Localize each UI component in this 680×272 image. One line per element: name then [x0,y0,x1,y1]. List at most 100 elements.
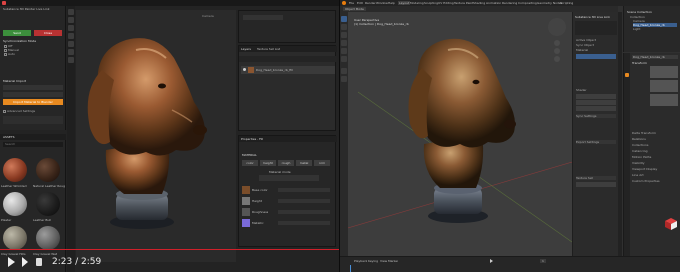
current-frame[interactable]: 1 [540,259,546,263]
channel-item-height[interactable]: Height [242,197,332,205]
props-section-transform[interactable]: Transform [632,61,678,65]
workspace-layout[interactable]: Layout [398,1,411,5]
location-z-field[interactable] [650,74,678,78]
props-section-instancing[interactable]: Instancing [632,149,678,153]
object-props-tab-icon[interactable] [625,73,629,77]
send-button[interactable]: Send [3,30,31,36]
scale-icon[interactable] [341,48,347,54]
timeline-playback[interactable]: Playback [354,259,367,263]
npanel-field-3[interactable] [576,106,616,111]
layer-visibility-icon[interactable] [243,68,246,71]
workspace-modeling[interactable]: Modeling [410,1,424,5]
projection-icon[interactable] [68,25,74,31]
basecolor-field[interactable] [278,188,330,192]
close-button[interactable]: Close [34,30,62,36]
material-mode-field[interactable] [259,175,319,181]
npanel-row-sync-object[interactable]: Sync Object [576,43,616,47]
workspace-animation[interactable]: Animation [486,1,501,5]
material-thumb-leather-wrinkled[interactable] [3,158,27,182]
npanel-field-2[interactable] [576,100,616,105]
timeline-playhead[interactable] [350,265,351,272]
polygon-fill-icon[interactable] [68,33,74,39]
assets-tab[interactable]: ASSETS [3,135,23,139]
outliner-item-light[interactable]: Light [633,27,677,31]
color-picker-icon[interactable] [68,57,74,63]
npanel-row-texture-set[interactable]: Texture Set [576,176,616,180]
npanel-row-shader[interactable]: Shader [576,88,616,92]
props-section-motion-paths[interactable]: Motion Paths [632,155,678,159]
painter-viewport[interactable]: Camera [76,10,236,262]
material-thumb-plaster[interactable] [3,192,27,216]
props-section-viewport-display[interactable]: Viewport Display [632,167,678,171]
npanel-dropdown[interactable] [576,54,616,59]
channel-color[interactable]: color [242,160,258,166]
cursor-icon[interactable] [341,24,347,30]
channel-rough[interactable]: rough [278,160,294,166]
annotate-icon[interactable] [341,68,347,74]
timeline-keying[interactable]: Keying [368,259,378,263]
props-section-delta[interactable]: Delta Transform [632,131,678,135]
material-thumb-clay-gravel-wet[interactable] [36,226,60,250]
channel-item-basecolor[interactable]: Base color [242,186,332,194]
import-field-2[interactable] [3,92,63,97]
smudge-icon[interactable] [68,41,74,47]
workspace-uv-editing[interactable]: UV Editing [438,1,454,5]
workspace-sculpting[interactable]: Sculpting [424,1,438,5]
npanel-row-export-settings[interactable]: Export Settings [576,140,616,144]
channel-height[interactable]: height [260,160,276,166]
rotate-icon[interactable] [341,40,347,46]
npanel-field-4[interactable] [576,182,616,187]
timeline-marker[interactable]: Marker [388,259,398,263]
pan-icon[interactable] [554,48,560,54]
menu-window[interactable]: Window [376,1,388,5]
props-section-custom[interactable]: Custom Properties [632,179,678,183]
rotation-z-field[interactable] [650,88,678,92]
assets-search-input[interactable]: Search [3,142,63,147]
move-icon[interactable] [341,32,347,38]
timeline-play-icon[interactable] [490,259,493,263]
texture-set-tab[interactable]: Texture Set List [257,47,280,51]
blender-logo-icon[interactable] [342,1,346,5]
navigation-gizmo[interactable] [548,18,566,36]
menu-file[interactable]: File [349,1,354,5]
import-material-button[interactable]: Import Material to Blender [3,99,63,105]
play-pause-icon[interactable] [8,257,15,267]
camera-view-icon[interactable] [554,56,560,62]
props-section-visibility[interactable]: Visibility [632,161,678,165]
sync-option-auto[interactable]: Auto [4,52,54,56]
select-box-icon[interactable] [341,16,347,22]
npanel-row-sync-settings[interactable]: Sync Settings [576,114,616,118]
npanel-field-1[interactable] [576,94,616,99]
layers-tab[interactable]: Layers [241,47,251,51]
top-field[interactable] [243,15,283,20]
workspace-geometry-nodes[interactable]: Geometry Nodes [537,1,562,5]
transform-icon[interactable] [341,56,347,62]
clone-icon[interactable] [68,49,74,55]
timeline-view[interactable]: View [380,259,387,263]
workspace-rendering[interactable]: Rendering [502,1,517,5]
height-field[interactable] [278,199,330,203]
menu-edit[interactable]: Edit [357,1,363,5]
npanel-row-active-object[interactable]: Active Object [576,38,616,42]
zoom-icon[interactable] [554,40,560,46]
measure-icon[interactable] [341,76,347,82]
props-section-relations[interactable]: Relations [632,137,678,141]
channel-item-roughness[interactable]: Roughness [242,208,332,216]
npanel-row-material[interactable]: Material [576,48,616,52]
workspace-scripting[interactable]: Scripting [560,1,573,5]
next-icon[interactable] [22,257,28,267]
props-section-line-art[interactable]: Line Art [632,173,678,177]
props-object-name[interactable]: Dog_Head_bronze_rb [632,55,678,59]
roughness-field[interactable] [278,210,330,214]
workspace-texture-paint[interactable]: Texture Paint [454,1,473,5]
material-thumb-leather-bull[interactable] [36,192,60,216]
material-thumb-clay-gravel-hills[interactable] [3,226,27,250]
material-thumb-natural-leather[interactable] [36,158,60,182]
advanced-settings-toggle[interactable]: Advanced Settings [3,109,63,113]
channel-metal[interactable]: metal [296,160,312,166]
props-section-collections[interactable]: Collections [632,143,678,147]
volume-icon[interactable] [36,258,42,266]
metallic-field[interactable] [278,221,330,225]
blender-viewport[interactable]: User Perspective (1) Collection | Dog_He… [348,12,572,256]
object-mode-select[interactable]: Object Mode [343,7,366,11]
